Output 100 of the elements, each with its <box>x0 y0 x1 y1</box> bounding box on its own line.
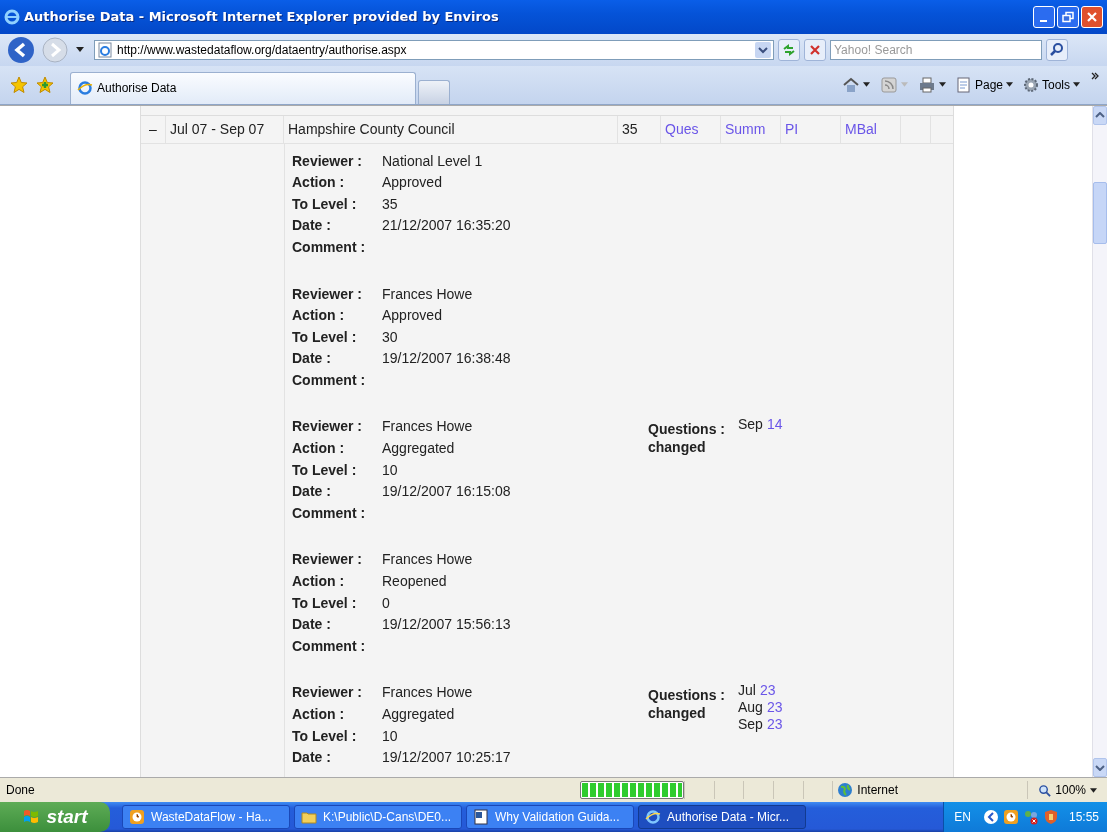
network-icon[interactable] <box>1022 809 1039 825</box>
restore-button[interactable] <box>1057 5 1079 28</box>
field-label: Reviewer : <box>292 684 364 701</box>
windows-logo-icon <box>22 808 41 826</box>
home-icon <box>841 75 860 94</box>
clock-time: 15:55 <box>1068 810 1099 824</box>
star-icon[interactable] <box>10 75 28 94</box>
zoom-button[interactable]: 100% <box>1027 781 1101 800</box>
collapse-tray-icon[interactable] <box>982 809 999 825</box>
clock-icon[interactable] <box>1002 809 1019 825</box>
link[interactable]: PI <box>785 121 799 138</box>
up-caret-icon <box>1095 112 1105 119</box>
link[interactable]: Summ <box>725 121 766 138</box>
caret-icon <box>1073 82 1080 88</box>
field-label: Action : <box>292 307 346 324</box>
refresh-icon <box>781 41 797 58</box>
clock-icon <box>129 809 145 825</box>
add-favorite-icon[interactable] <box>36 75 54 94</box>
printer-icon <box>917 75 936 94</box>
tools-menu-button[interactable]: Tools <box>1020 76 1083 93</box>
refresh-button[interactable] <box>778 38 800 61</box>
field-label: Date : <box>292 749 332 766</box>
authority-name: Hampshire County Council <box>288 121 455 138</box>
stop-button[interactable] <box>804 38 826 61</box>
caret-icon <box>1090 787 1097 793</box>
browser-icon <box>4 8 20 25</box>
count-link[interactable]: 23 <box>759 681 776 699</box>
scrollbar[interactable] <box>1092 105 1107 778</box>
field-label: Reviewer : <box>292 152 364 169</box>
minimize-button[interactable] <box>1033 5 1055 28</box>
field-value: Frances Howe <box>382 551 474 568</box>
chevron-icon[interactable] <box>1091 71 1099 80</box>
collapse-toggle[interactable]: – <box>149 121 157 138</box>
scroll-down-button[interactable] <box>1093 758 1107 778</box>
field-value: Frances Howe <box>382 684 474 701</box>
month-label: Aug <box>738 698 763 716</box>
back-button[interactable] <box>6 34 36 65</box>
field-value: Approved <box>382 174 443 191</box>
questions-label: Questions : <box>648 685 726 704</box>
globe-icon <box>837 782 854 799</box>
search-button[interactable] <box>1046 38 1068 61</box>
close-icon <box>1086 10 1098 23</box>
taskbar-button[interactable]: Why Validation Guida... <box>466 805 634 829</box>
zone-label: Internet <box>857 783 898 798</box>
field-label: To Level : <box>292 195 358 212</box>
field-value: 30 <box>382 328 399 345</box>
field-label: Action : <box>292 706 346 722</box>
link[interactable]: Ques <box>665 121 699 138</box>
language-indicator: EN <box>954 810 971 824</box>
level-value: 35 <box>622 121 638 138</box>
status-text: Done <box>6 783 36 798</box>
page-menu-button[interactable]: Page <box>952 76 1016 93</box>
field-label: Comment : <box>292 371 367 388</box>
field-value: 19/12/2007 15:56:13 <box>382 616 512 633</box>
period-text: Jul 07 - Sep 07 <box>170 121 265 138</box>
field-label: To Level : <box>292 594 358 611</box>
field-value: Reopened <box>382 573 448 590</box>
search-icon <box>1049 41 1065 58</box>
dropdown-icon[interactable] <box>755 41 771 58</box>
field-label: Reviewer : <box>292 551 364 568</box>
count-link[interactable]: 23 <box>766 715 783 733</box>
month-label: Jul <box>738 681 756 699</box>
taskbar-button[interactable]: WasteDataFlow - Ha... <box>122 805 290 829</box>
field-value: Aggregated <box>382 440 456 457</box>
taskbar-button[interactable]: Authorise Data - Micr... <box>638 805 806 829</box>
questions-label: changed <box>648 437 707 456</box>
count-link[interactable]: 14 <box>766 415 783 433</box>
close-button[interactable] <box>1081 5 1103 28</box>
field-label: Date : <box>292 616 332 633</box>
shield-icon[interactable] <box>1042 809 1059 825</box>
field-label: To Level : <box>292 328 358 345</box>
start-button[interactable]: start <box>0 802 110 832</box>
field-value: 10 <box>382 727 399 744</box>
field-value: 35 <box>382 195 399 212</box>
field-label: Action : <box>292 440 346 457</box>
scroll-up-button[interactable] <box>1093 105 1107 125</box>
field-value: 19/12/2007 10:25:17 <box>382 749 512 766</box>
field-value: Frances Howe <box>382 418 474 435</box>
month-label: Sep <box>738 415 763 433</box>
field-value: 0 <box>382 594 391 611</box>
search-field[interactable]: Yahoo! Search <box>830 39 1042 60</box>
browser-icon <box>645 809 661 825</box>
gear-icon <box>1023 76 1039 93</box>
scroll-thumb[interactable] <box>1093 181 1107 244</box>
browser-tab[interactable]: Authorise Data <box>70 71 416 104</box>
caret-icon[interactable] <box>76 47 84 53</box>
month-label: Sep <box>738 715 763 733</box>
minimize-icon <box>1039 19 1047 22</box>
caret-icon <box>938 82 946 88</box>
caret-icon <box>900 82 908 88</box>
link[interactable]: MBal <box>845 121 877 138</box>
field-label: Action : <box>292 174 346 191</box>
taskbar-button[interactable]: K:\Public\D-Cans\DE0... <box>294 805 462 829</box>
caret-icon <box>862 82 870 88</box>
window-title: Authorise Data - Microsoft Internet Explorer provided by Enviros <box>24 9 500 25</box>
questions-label: Questions : <box>648 419 726 438</box>
address-field[interactable]: http://www.wastedataflow.org/dataentry/authorise.aspx <box>94 39 774 60</box>
field-value: Aggregated <box>382 706 456 722</box>
count-link[interactable]: 23 <box>766 698 783 716</box>
restore-icon <box>1062 10 1074 23</box>
